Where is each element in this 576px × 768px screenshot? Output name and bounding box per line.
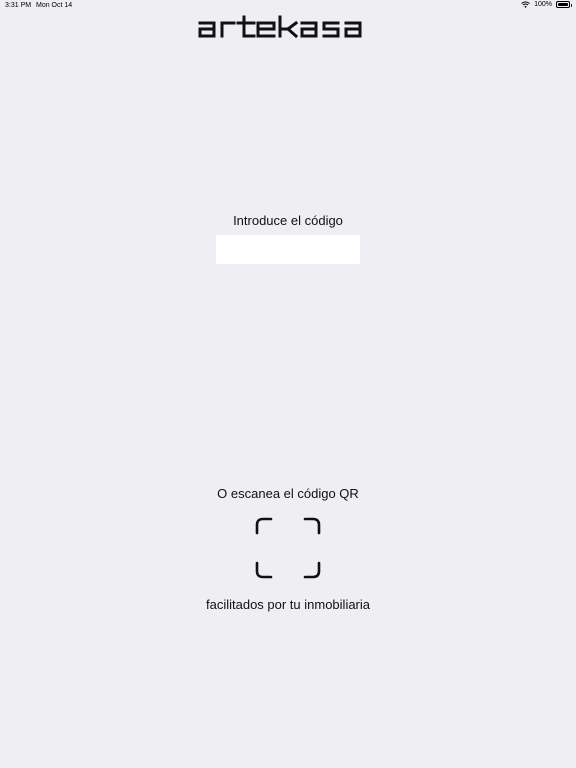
qr-scan-label: O escanea el código QR	[217, 486, 359, 501]
battery-fill	[558, 3, 568, 6]
status-date: Mon Oct 14	[36, 2, 73, 9]
battery-icon	[556, 1, 572, 8]
qr-scan-sub-label: facilitados por tu inmobiliaria	[205, 597, 371, 612]
code-input[interactable]	[216, 235, 360, 264]
status-bar: 3:31 PM Mon Oct 14 100%	[0, 0, 576, 12]
battery-percent: 100%	[534, 1, 552, 8]
wifi-icon	[521, 1, 530, 8]
brand-logo	[196, 14, 380, 40]
qr-scan-frame-icon	[255, 517, 321, 579]
qr-scan-button[interactable]	[255, 517, 321, 579]
status-indicators: 100%	[521, 1, 572, 8]
logo-wordmark	[198, 15, 362, 39]
code-entry-label: Introduce el código	[233, 213, 343, 228]
status-time: 3:31 PM	[5, 2, 32, 9]
